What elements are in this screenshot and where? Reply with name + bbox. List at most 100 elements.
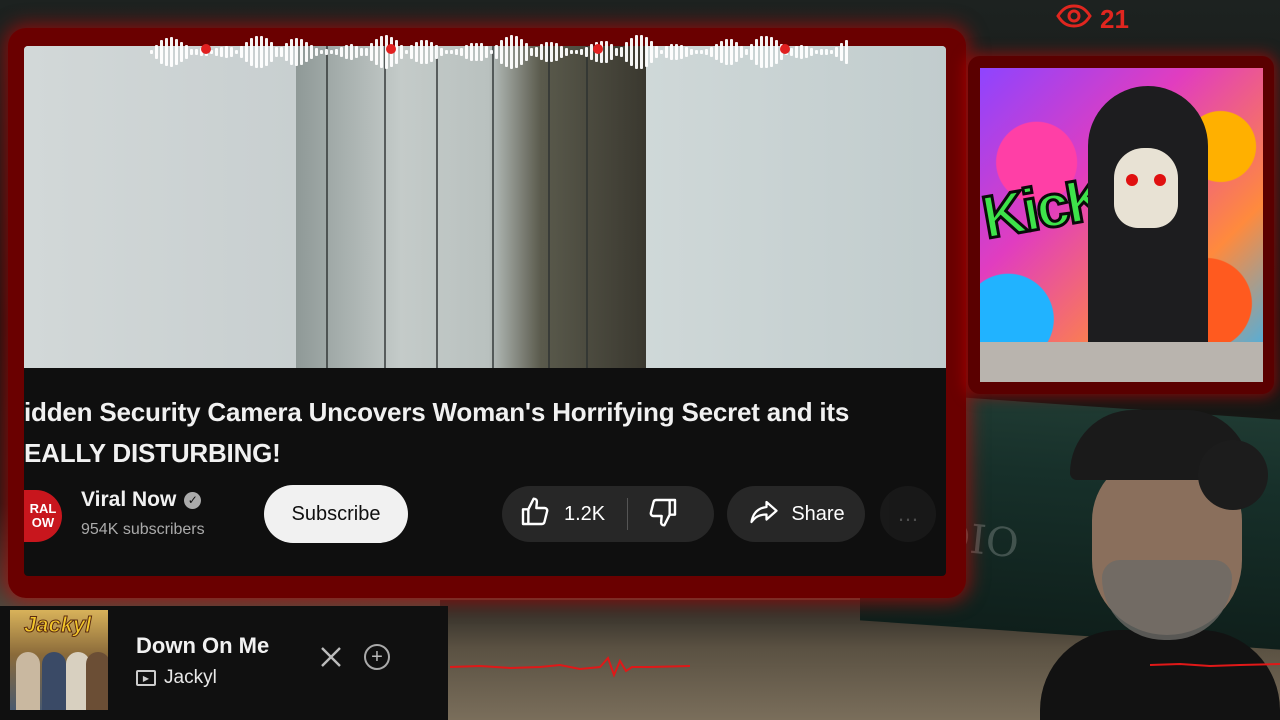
- skull-eye: [1154, 174, 1166, 186]
- waveform-bar: [730, 39, 733, 65]
- waveform-bar: [365, 47, 368, 57]
- waveform-bar: [750, 43, 753, 61]
- thumbs-down-icon: [646, 496, 680, 533]
- waveform-bar: [405, 49, 408, 55]
- waveform-bar: [270, 42, 273, 62]
- waveform-bar: [415, 41, 418, 63]
- close-icon[interactable]: [318, 644, 344, 670]
- artist-name: Jackyl: [164, 667, 217, 688]
- waveform-marker: [201, 44, 211, 54]
- waveform-bar: [160, 40, 163, 64]
- waveform-bar: [285, 42, 288, 62]
- waveform-bar: [325, 49, 328, 55]
- waveform-bar: [650, 41, 653, 63]
- waveform-bar: [795, 45, 798, 59]
- audio-waveform: [150, 34, 850, 70]
- waveform-bar: [490, 49, 493, 55]
- waveform-bar: [710, 46, 713, 58]
- like-count: 1.2K: [564, 502, 606, 525]
- waveform-bar: [550, 41, 553, 63]
- waveform-bar: [500, 40, 503, 64]
- channel-avatar[interactable]: RAL OW: [24, 490, 62, 542]
- waveform-bar: [300, 39, 303, 65]
- webcam-shirt: [1040, 630, 1280, 720]
- waveform-bar: [320, 49, 323, 55]
- waveform-bar: [555, 43, 558, 61]
- waveform-bar: [830, 49, 833, 55]
- waveform-bar: [540, 43, 543, 61]
- waveform-bar: [695, 49, 698, 55]
- share-label: Share: [791, 502, 845, 525]
- waveform-bar: [380, 36, 383, 68]
- more-actions-button[interactable]: …: [880, 486, 936, 542]
- waveform-bar: [345, 44, 348, 60]
- waveform-bar: [240, 46, 243, 58]
- waveform-bar: [845, 40, 848, 64]
- video-player[interactable]: [24, 46, 946, 368]
- waveform-bar: [735, 41, 738, 63]
- waveform-bar: [305, 41, 308, 63]
- waveform-bar: [350, 44, 353, 60]
- waveform-bar: [475, 42, 478, 62]
- side-art-floor: [980, 342, 1263, 382]
- waveform-bar: [790, 47, 793, 57]
- waveform-bar: [455, 49, 458, 55]
- viewer-count: 21: [1100, 4, 1129, 34]
- red-audio-trace-right: [1150, 662, 1280, 668]
- waveform-bar: [435, 44, 438, 60]
- waveform-bar: [810, 48, 813, 56]
- waveform-bar: [580, 48, 583, 56]
- waveform-bar: [745, 49, 748, 55]
- waveform-bar: [700, 49, 703, 55]
- waveform-bar: [535, 47, 538, 57]
- waveform-bar: [565, 48, 568, 56]
- waveform-bar: [530, 47, 533, 57]
- waveform-bar: [615, 48, 618, 56]
- verified-check-icon: ✓: [184, 491, 202, 509]
- waveform-bar: [430, 42, 433, 62]
- video-card: idden Security Camera Uncovers Woman's H…: [24, 46, 946, 576]
- waveform-bar: [370, 43, 373, 61]
- waveform-bar: [680, 44, 683, 60]
- waveform-bar: [215, 48, 218, 56]
- waveform-bar: [770, 36, 773, 68]
- waveform-bar: [765, 35, 768, 69]
- waveform-bar: [610, 43, 613, 61]
- waveform-bar: [620, 46, 623, 58]
- waveform-marker: [386, 44, 396, 54]
- waveform-bar: [225, 46, 228, 58]
- video-title: idden Security Camera Uncovers Woman's H…: [24, 397, 850, 468]
- waveform-bar: [330, 49, 333, 55]
- like-button[interactable]: 1.2K: [502, 486, 605, 542]
- waveform-bar: [690, 48, 693, 56]
- waveform-bar: [715, 43, 718, 61]
- waveform-bar: [180, 41, 183, 63]
- waveform-bar: [485, 46, 488, 58]
- video-door-frame: [296, 46, 646, 368]
- waveform-bar: [340, 46, 343, 58]
- album-art[interactable]: Jackyl: [10, 610, 108, 710]
- waveform-bar: [460, 47, 463, 57]
- channel-name-text[interactable]: Viral Now: [81, 488, 176, 511]
- waveform-marker: [780, 44, 790, 54]
- waveform-bar: [505, 36, 508, 68]
- waveform-bar: [165, 37, 168, 67]
- waveform-bar: [265, 38, 268, 66]
- waveform-bar: [275, 47, 278, 57]
- dislike-button[interactable]: [628, 486, 698, 542]
- subscribe-button[interactable]: Subscribe: [264, 485, 408, 543]
- waveform-bar: [545, 41, 548, 63]
- album-figure: [86, 652, 108, 710]
- waveform-bar: [440, 47, 443, 57]
- add-circle-icon[interactable]: +: [364, 644, 390, 670]
- waveform-bar: [760, 36, 763, 68]
- like-dislike-pill: 1.2K: [502, 486, 714, 542]
- share-button[interactable]: Share: [727, 486, 865, 542]
- waveform-bar: [155, 44, 158, 60]
- waveform-bar: [495, 44, 498, 60]
- waveform-bar: [260, 36, 263, 68]
- channel-name[interactable]: Viral Now ✓: [81, 488, 202, 512]
- waveform-bar: [255, 36, 258, 68]
- waveform-bar: [290, 39, 293, 65]
- waveform-bar: [425, 40, 428, 64]
